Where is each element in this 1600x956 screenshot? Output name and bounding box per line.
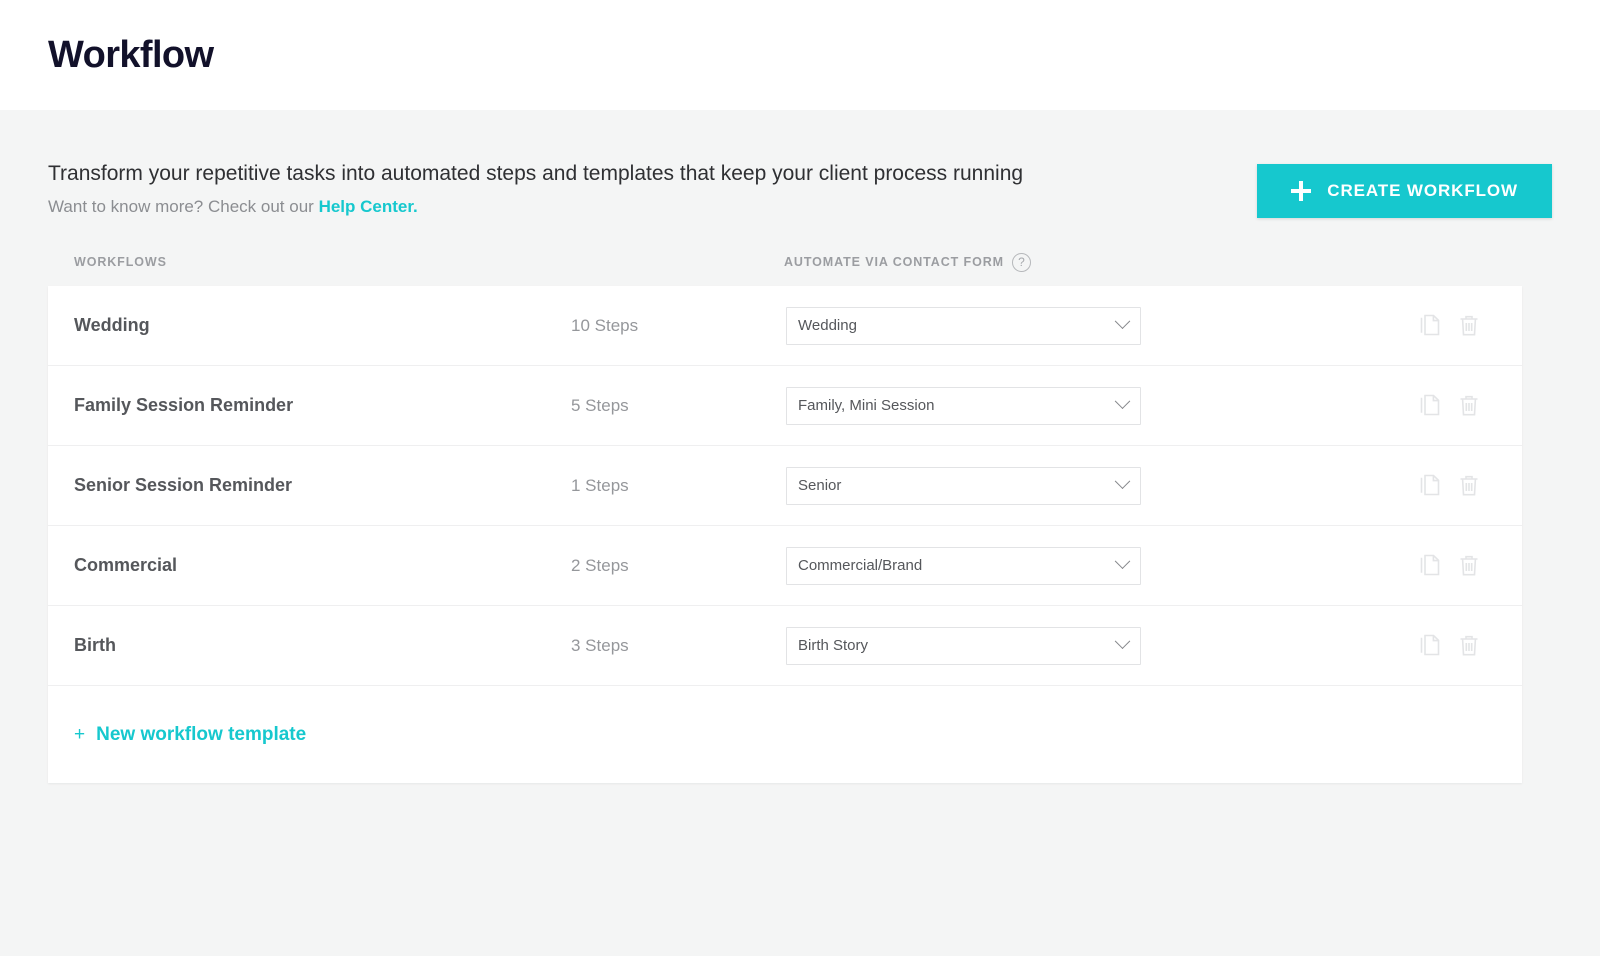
new-workflow-template-label: New workflow template [96,723,307,745]
contact-form-selected-value: Family, Mini Session [798,397,935,414]
question-circle-icon[interactable]: ? [1011,252,1031,272]
contact-form-cell: Wedding [786,306,1186,345]
row-actions [1417,313,1502,339]
trash-icon[interactable] [1456,553,1482,579]
intro-help-prefix: Want to know more? Check out our [48,197,319,217]
workflow-name: Family Session Reminder [74,395,294,415]
page-body: Transform your repetitive tasks into aut… [0,110,1600,783]
chevron-down-icon [1114,393,1131,410]
duplicate-icon[interactable] [1417,393,1443,419]
contact-form-cell: Senior [786,466,1186,505]
column-header-automate: AUTOMATE VIA CONTACT FORM ? [784,252,1031,272]
table-row[interactable]: Senior Session Reminder 1 Steps Senior [48,446,1522,526]
contact-form-cell: Birth Story [786,626,1186,665]
column-header-workflows: WORKFLOWS [74,255,167,269]
plus-icon [1291,181,1312,201]
intro-row: Transform your repetitive tasks into aut… [48,110,1552,218]
workflow-name: Wedding [74,315,150,335]
duplicate-icon[interactable] [1417,313,1443,339]
contact-form-cell: Commercial/Brand [786,546,1186,585]
page-title: Workflow [48,33,214,76]
workflow-steps-count: 5 Steps [571,395,629,415]
workflow-steps-count: 1 Steps [571,475,629,495]
contact-form-select[interactable]: Birth Story [786,626,1141,665]
chevron-down-icon [1114,553,1131,570]
contact-form-select[interactable]: Wedding [786,306,1141,345]
intro-text: Transform your repetitive tasks into aut… [48,160,1023,217]
intro-description: Transform your repetitive tasks into aut… [48,162,1024,185]
trash-icon[interactable] [1456,313,1482,339]
contact-form-cell: Family, Mini Session [786,386,1186,425]
duplicate-icon[interactable] [1417,553,1443,579]
row-actions [1417,633,1502,659]
table-row[interactable]: Commercial 2 Steps Commercial/Brand [48,526,1522,606]
column-header-automate-label: AUTOMATE VIA CONTACT FORM [784,255,1004,269]
row-actions [1417,553,1502,579]
help-center-link[interactable]: Help Center. [319,197,418,216]
trash-icon[interactable] [1456,633,1482,659]
table-row[interactable]: Wedding 10 Steps Wedding [48,286,1522,366]
new-workflow-template-link[interactable]: + New workflow template [74,724,306,746]
chevron-down-icon [1114,633,1131,650]
contact-form-selected-value: Wedding [798,317,857,334]
chevron-down-icon [1114,313,1131,330]
app-header: Workflow [0,0,1600,110]
workflow-name: Birth [74,635,116,655]
row-actions [1417,473,1502,499]
table-row[interactable]: Birth 3 Steps Birth Story [48,606,1522,686]
create-workflow-button[interactable]: CREATE WORKFLOW [1257,164,1552,218]
workflow-table-card: Wedding 10 Steps Wedding Family Session … [48,286,1522,783]
contact-form-selected-value: Birth Story [798,637,869,654]
create-workflow-label: CREATE WORKFLOW [1327,181,1518,200]
intro-help-line: Want to know more? Check out our Help Ce… [48,197,1023,217]
duplicate-icon[interactable] [1417,633,1443,659]
workflow-name: Senior Session Reminder [74,475,293,495]
row-actions [1417,393,1502,419]
workflow-name: Commercial [74,555,178,575]
trash-icon[interactable] [1456,393,1482,419]
trash-icon[interactable] [1456,473,1482,499]
contact-form-select[interactable]: Family, Mini Session [786,386,1141,425]
workflow-steps-count: 2 Steps [571,555,629,575]
contact-form-select[interactable]: Commercial/Brand [786,546,1141,585]
contact-form-selected-value: Commercial/Brand [798,557,923,574]
new-workflow-template-row: + New workflow template [48,686,1522,783]
plus-icon: + [74,723,86,745]
workflow-steps-count: 10 Steps [571,315,639,335]
contact-form-selected-value: Senior [798,477,842,494]
column-headers: WORKFLOWS AUTOMATE VIA CONTACT FORM ? [48,238,1552,286]
chevron-down-icon [1114,473,1131,490]
workflow-steps-count: 3 Steps [571,635,629,655]
duplicate-icon[interactable] [1417,473,1443,499]
table-row[interactable]: Family Session Reminder 5 Steps Family, … [48,366,1522,446]
contact-form-select[interactable]: Senior [786,466,1141,505]
workflow-rows: Wedding 10 Steps Wedding Family Session … [48,286,1522,686]
